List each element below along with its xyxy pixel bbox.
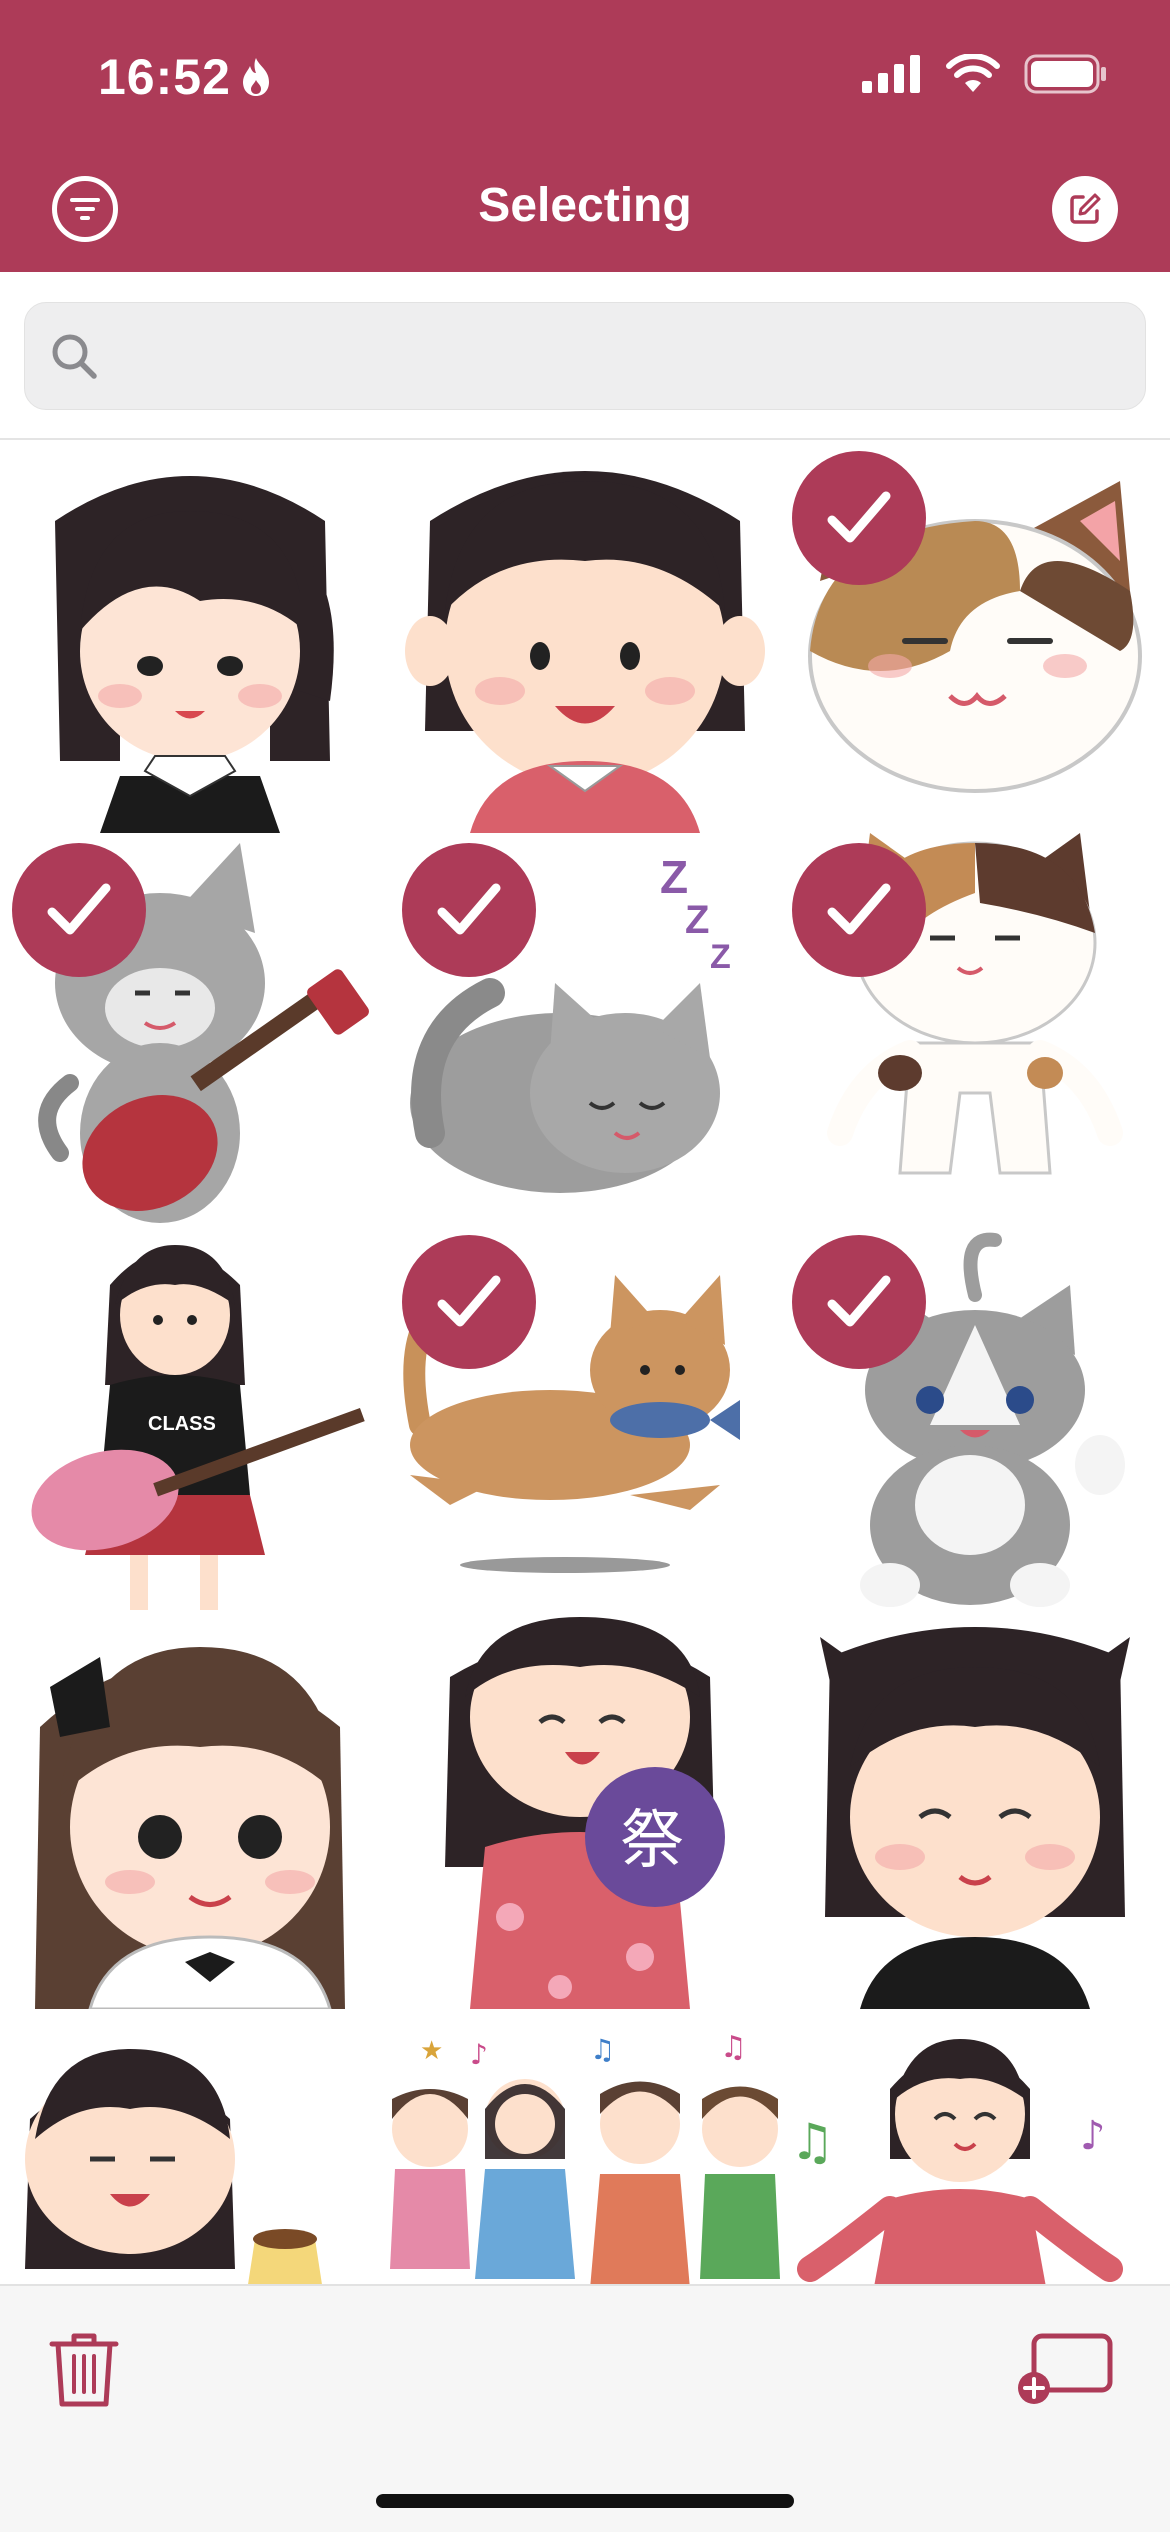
page-title: Selecting xyxy=(478,179,692,232)
checkmark-icon xyxy=(437,1275,501,1327)
add-to-screen-button[interactable] xyxy=(1016,2332,1114,2406)
selected-checkmark xyxy=(402,1235,536,1369)
sticker-girl-pudding[interactable] xyxy=(0,2009,390,2284)
sticker-girl-guitar[interactable]: CLASS xyxy=(0,1225,390,1617)
search-field[interactable] xyxy=(24,302,1146,410)
sticker-image: ★ ♪ ♫ ♫ xyxy=(390,2030,780,2284)
sticker-dancing-girls[interactable]: ★ ♪ ♫ ♫ xyxy=(390,2009,780,2284)
search-icon xyxy=(52,334,97,379)
battery-icon xyxy=(1024,54,1106,94)
sticker-image xyxy=(35,1647,345,2009)
svg-text:CLASS: CLASS xyxy=(148,1413,216,1435)
delete-button[interactable] xyxy=(48,2330,120,2410)
flame-icon xyxy=(242,58,269,96)
sticker-calico-cat-face[interactable] xyxy=(780,441,1170,833)
svg-text:Z: Z xyxy=(660,851,688,903)
sticker-selection-screen: 16:52 Selecting Z Z Z CLASS 祭 ★ ♪ ♫ ♫ ♫ … xyxy=(0,0,1170,2532)
sticker-cat-ears-girl[interactable] xyxy=(780,1617,1170,2009)
sticker-girl-twintails[interactable] xyxy=(0,441,390,833)
svg-text:Z: Z xyxy=(685,898,709,942)
sticker-calico-cat-standing[interactable] xyxy=(780,833,1170,1225)
sticker-gray-cat-sitting[interactable] xyxy=(780,1225,1170,1617)
add-to-screen-icon xyxy=(1018,2333,1113,2404)
svg-text:♫: ♫ xyxy=(590,2033,615,2066)
svg-text:♫: ♫ xyxy=(720,2030,747,2065)
search-area xyxy=(0,272,1170,440)
svg-text:祭: 祭 xyxy=(620,1804,684,1878)
sticker-image: CLASS xyxy=(31,1245,365,1610)
sticker-image xyxy=(405,471,765,833)
sticker-dancing-woman[interactable]: ♫ ♪ xyxy=(780,2009,1170,2284)
status-time: 16:52 xyxy=(98,48,273,106)
sticker-girl-festival-fan[interactable]: 祭 xyxy=(390,1617,780,2009)
search-input[interactable] xyxy=(117,327,1097,387)
home-indicator xyxy=(376,2494,794,2508)
svg-text:♪: ♪ xyxy=(470,2038,488,2071)
svg-text:♫: ♫ xyxy=(790,2113,835,2171)
trash-icon xyxy=(49,2333,119,2407)
status-indicators xyxy=(862,54,1108,94)
sticker-image xyxy=(25,2049,322,2284)
checkmark-icon xyxy=(827,491,891,543)
sticker-girl-bow[interactable] xyxy=(0,1617,390,2009)
header: 16:52 Selecting xyxy=(0,0,1170,272)
selected-checkmark xyxy=(402,843,536,977)
checkmark-icon xyxy=(437,883,501,935)
sticker-image: ♫ ♪ xyxy=(790,2039,1123,2284)
compose-icon xyxy=(1070,193,1101,224)
sticker-image: 祭 xyxy=(445,1617,725,2009)
sticker-image xyxy=(55,476,334,833)
sticker-sleeping-cat[interactable]: Z Z Z xyxy=(390,833,780,1225)
svg-text:♪: ♪ xyxy=(1080,2113,1106,2159)
selected-checkmark xyxy=(792,1235,926,1369)
checkmark-icon xyxy=(827,1275,891,1327)
svg-text:★: ★ xyxy=(420,2036,443,2066)
selected-checkmark xyxy=(12,843,146,977)
sticker-woman-pink-sweater[interactable] xyxy=(390,441,780,833)
status-time-text: 16:52 xyxy=(98,49,231,105)
bottom-toolbar xyxy=(0,2284,1170,2532)
edit-button[interactable] xyxy=(1052,176,1118,242)
selected-checkmark xyxy=(792,451,926,585)
checkmark-icon xyxy=(47,883,111,935)
cellular-signal-icon xyxy=(862,55,920,93)
sticker-image xyxy=(820,1627,1130,2009)
wifi-icon xyxy=(946,54,1000,92)
sticker-grid: Z Z Z CLASS 祭 ★ ♪ ♫ ♫ ♫ ♪ xyxy=(0,441,1170,2284)
sticker-cat-with-fish[interactable] xyxy=(390,1225,780,1617)
svg-text:Z: Z xyxy=(710,938,731,976)
selected-checkmark xyxy=(792,843,926,977)
sticker-cat-guitar[interactable] xyxy=(0,833,390,1225)
checkmark-icon xyxy=(827,883,891,935)
